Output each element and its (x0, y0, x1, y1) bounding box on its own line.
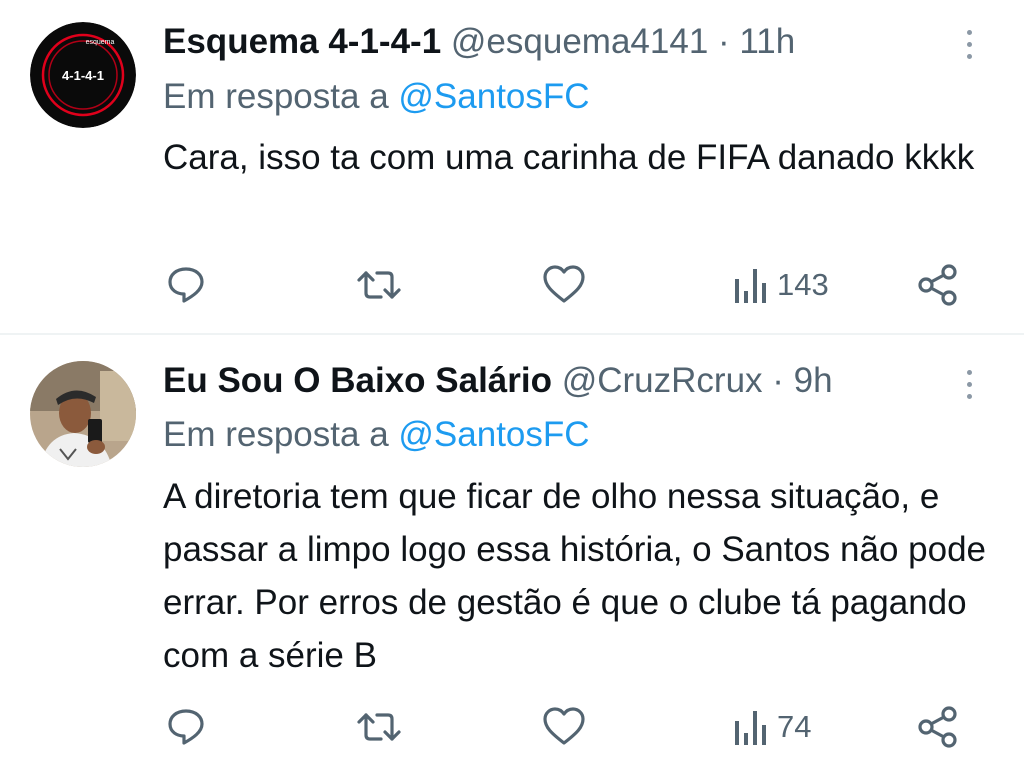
avatar[interactable]: esquema 4-1-4-1 (30, 22, 136, 128)
retweet-button[interactable] (355, 260, 403, 310)
like-button[interactable] (541, 260, 587, 310)
share-button[interactable] (916, 702, 960, 752)
reply-context: Em resposta a @SantosFC (163, 414, 590, 456)
like-icon (543, 707, 585, 745)
reply-icon (168, 267, 204, 303)
more-icon[interactable] (962, 24, 978, 64)
mention-link[interactable]: @SantosFC (398, 77, 589, 116)
share-icon (918, 706, 957, 748)
separator-dot: · (718, 22, 730, 61)
retweet-icon (357, 713, 401, 741)
like-icon (543, 265, 585, 303)
display-name[interactable]: Eu Sou O Baixo Salário (163, 361, 552, 400)
mention-link[interactable]: @SantosFC (398, 415, 589, 454)
avatar[interactable] (30, 361, 136, 467)
views-icon (735, 711, 766, 745)
reply-prefix: Em resposta a (163, 77, 399, 116)
avatar-label-main: 4-1-4-1 (62, 68, 104, 83)
timestamp[interactable]: 11h (739, 22, 795, 61)
display-name[interactable]: Esquema 4-1-4-1 (163, 22, 441, 61)
share-button[interactable] (916, 260, 960, 310)
views-count: 143 (777, 267, 829, 302)
reply-button[interactable] (164, 260, 208, 310)
reply-icon (168, 709, 204, 745)
avatar-logo-icon: esquema 4-1-4-1 (30, 22, 136, 128)
views-count: 74 (777, 709, 812, 744)
retweet-button[interactable] (355, 702, 403, 752)
more-icon[interactable] (962, 364, 978, 404)
avatar-photo-icon (30, 361, 136, 467)
separator-dot: · (772, 361, 784, 400)
tweet-esquema4141[interactable]: esquema 4-1-4-1 Esquema 4-1-4-1 @esquema… (0, 0, 1024, 334)
user-handle[interactable]: @esquema4141 (451, 22, 708, 61)
tweet-header: Esquema 4-1-4-1 @esquema4141 · 11h (163, 22, 795, 62)
divider (0, 333, 1024, 335)
tweet-text: A diretoria tem que ficar de olho nessa … (163, 477, 987, 675)
share-icon (918, 264, 957, 306)
tweet-header: Eu Sou O Baixo Salário @CruzRcrux · 9h (163, 361, 833, 401)
reply-context: Em resposta a @SantosFC (163, 76, 590, 118)
views-icon (735, 269, 766, 303)
timestamp[interactable]: 9h (794, 361, 833, 400)
avatar-label-top: esquema (86, 39, 115, 46)
like-button[interactable] (541, 702, 587, 752)
views-button[interactable]: 143 (733, 260, 829, 310)
action-bar: 74 (0, 702, 1024, 752)
action-bar: 143 (0, 260, 1024, 310)
reply-button[interactable] (164, 702, 208, 752)
views-button[interactable]: 74 (733, 702, 811, 752)
retweet-icon (357, 271, 401, 299)
tweet-cruzrcrux[interactable]: Eu Sou O Baixo Salário @CruzRcrux · 9h E… (0, 336, 1024, 778)
tweet-text: Cara, isso ta com uma carinha de FIFA da… (163, 138, 975, 177)
user-handle[interactable]: @CruzRcrux (562, 361, 763, 400)
reply-prefix: Em resposta a (163, 415, 399, 454)
